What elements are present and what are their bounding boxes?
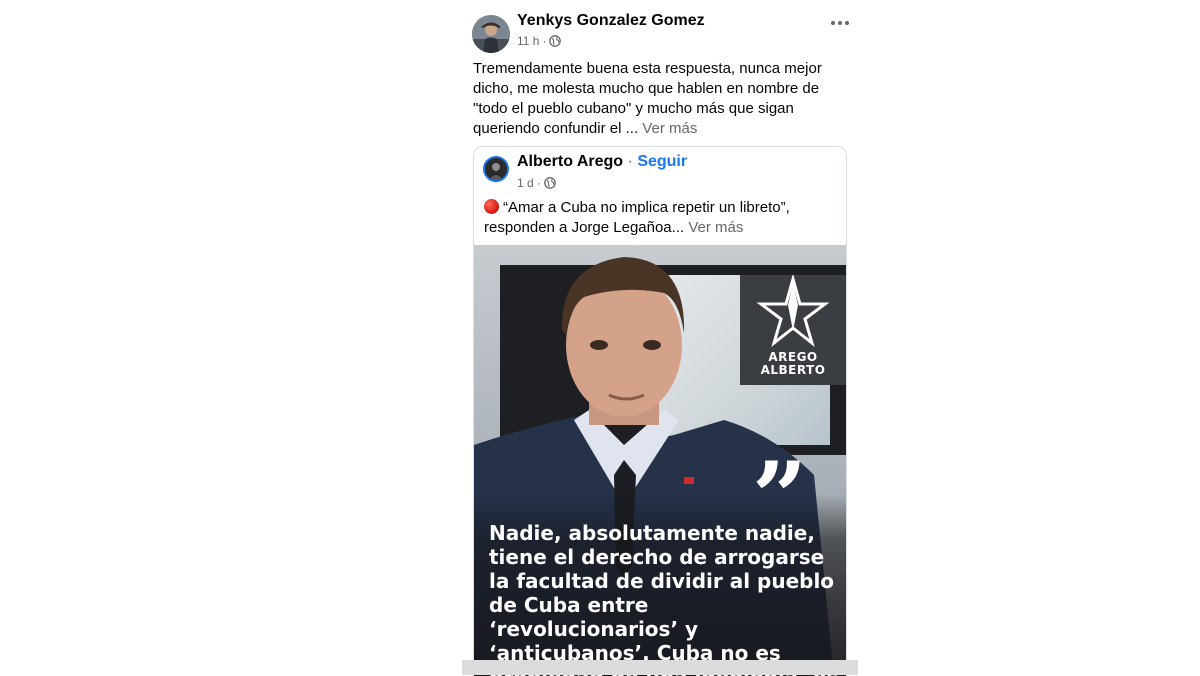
facebook-post: Yenkys Gonzalez Gomez 11 h · Tremendamen… bbox=[462, 0, 858, 676]
shared-meta-separator: · bbox=[536, 176, 541, 190]
post-time[interactable]: 11 h bbox=[517, 34, 539, 48]
shared-body: “Amar a Cuba no implica repetir un libre… bbox=[484, 198, 844, 238]
shared-author-avatar[interactable] bbox=[483, 156, 509, 182]
meta-separator: · bbox=[542, 34, 547, 48]
author-avatar[interactable] bbox=[472, 15, 510, 53]
globe-icon bbox=[549, 35, 562, 47]
post-body: Tremendamente buena esta respuesta, nunc… bbox=[473, 59, 848, 139]
shared-author-name[interactable]: Alberto Arego bbox=[517, 153, 623, 170]
follow-separator: · bbox=[627, 153, 633, 170]
shared-see-more-link[interactable]: Ver más bbox=[688, 219, 743, 236]
shared-meta: 1 d · bbox=[517, 176, 556, 190]
shared-post-card[interactable]: Alberto Arego · Seguir 1 d · “Amar a Cub… bbox=[473, 146, 847, 676]
see-more-link[interactable]: Ver más bbox=[642, 120, 697, 137]
shared-avatar-photo-icon bbox=[485, 158, 507, 180]
globe-icon bbox=[543, 177, 556, 189]
author-name[interactable]: Yenkys Gonzalez Gomez bbox=[517, 12, 705, 30]
follow-button[interactable]: Seguir bbox=[637, 153, 687, 170]
ellipsis-icon[interactable] bbox=[828, 14, 852, 32]
post-header: Yenkys Gonzalez Gomez 11 h · bbox=[472, 12, 852, 54]
shared-time[interactable]: 1 d bbox=[517, 176, 534, 190]
horizontal-scrollbar[interactable] bbox=[462, 660, 858, 675]
shared-author-row: Alberto Arego · Seguir bbox=[517, 153, 687, 171]
post-meta: 11 h · bbox=[517, 34, 562, 48]
post-image[interactable]: AREGO ALBERTO ” Nadie, absolutamente nad… bbox=[474, 245, 846, 676]
shared-text: “Amar a Cuba no implica repetir un libre… bbox=[484, 199, 790, 236]
avatar-photo-icon bbox=[472, 15, 510, 53]
quote-text: Nadie, absolutamente nadie, tiene el der… bbox=[489, 521, 838, 676]
red-circle-icon bbox=[484, 199, 499, 214]
